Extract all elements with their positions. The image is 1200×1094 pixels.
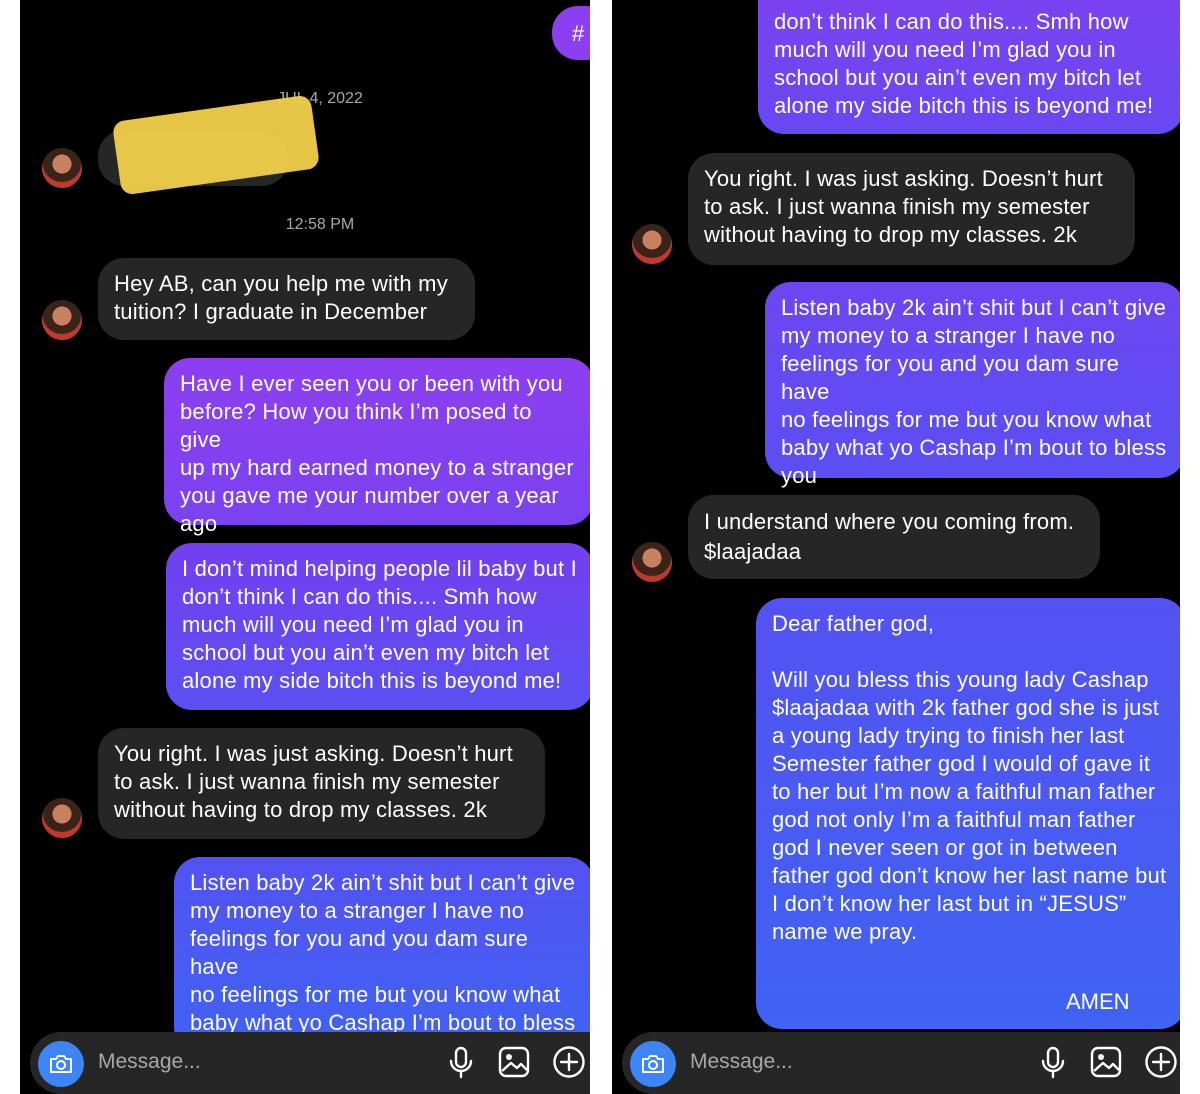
- image-icon[interactable]: [1090, 1046, 1122, 1078]
- message-input[interactable]: Message...: [690, 1050, 793, 1074]
- received-message: You right. I was just asking. Doesn’t hu…: [98, 728, 545, 839]
- contact-avatar[interactable]: [42, 148, 82, 188]
- sent-message-signoff: AMEN: [1066, 989, 1130, 1014]
- sent-message: Have I ever seen you or been with you be…: [164, 358, 590, 536]
- contact-avatar[interactable]: [42, 300, 82, 340]
- chat-screenshot-right: don’t think I can do this.... Smh how mu…: [612, 0, 1180, 1094]
- message-composer: Message...: [622, 1032, 1180, 1094]
- redaction-mark: [111, 94, 321, 196]
- sent-message: Listen baby 2k ain’t shit but I can’t gi…: [174, 857, 590, 1063]
- message-composer: Message...: [30, 1032, 590, 1094]
- camera-icon: [50, 1055, 72, 1073]
- received-message: You right. I was just asking. Doesn’t hu…: [688, 153, 1135, 265]
- contact-avatar[interactable]: [632, 224, 672, 264]
- image-icon[interactable]: [498, 1046, 530, 1078]
- camera-button[interactable]: [38, 1041, 84, 1087]
- sent-message-partial: #: [552, 6, 590, 60]
- plus-circle-icon[interactable]: [552, 1045, 586, 1079]
- sent-message-partial: don’t think I can do this.... Smh how mu…: [758, 0, 1180, 134]
- date-stamp: JUL 4, 2022: [277, 90, 363, 107]
- microphone-icon[interactable]: [448, 1046, 474, 1080]
- sent-message: Dear father god, Will you bless this you…: [756, 598, 1180, 1029]
- received-message: I understand where you coming from. $laa…: [688, 495, 1100, 579]
- sent-message: Listen baby 2k ain’t shit but I can’t gi…: [765, 282, 1180, 488]
- message-input[interactable]: Message...: [98, 1050, 201, 1074]
- microphone-icon[interactable]: [1040, 1046, 1066, 1080]
- chat-screenshot-left: # JUL 4, 2022 12:58 PM Hey AB, can you h…: [20, 0, 590, 1094]
- received-message-redacted: [98, 94, 321, 196]
- camera-button[interactable]: [630, 1041, 676, 1087]
- contact-avatar[interactable]: [42, 798, 82, 838]
- time-stamp: 12:58 PM: [285, 216, 355, 233]
- received-message: Hey AB, can you help me with my tuition?…: [98, 258, 475, 340]
- camera-icon: [642, 1055, 664, 1073]
- sent-message: I don’t mind helping people lil baby but…: [166, 543, 590, 710]
- plus-circle-icon[interactable]: [1144, 1045, 1178, 1079]
- contact-avatar[interactable]: [632, 542, 672, 582]
